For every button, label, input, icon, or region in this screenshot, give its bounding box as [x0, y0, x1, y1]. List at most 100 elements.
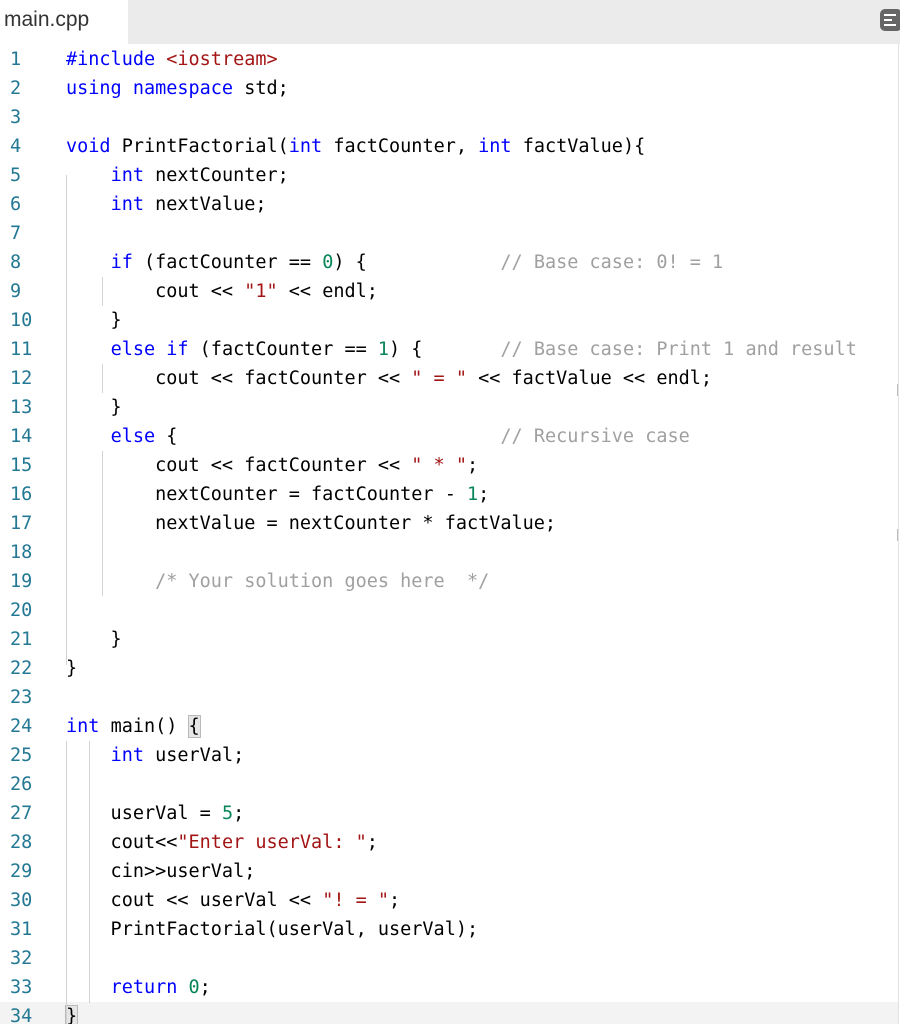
code-line[interactable]: 14 else { // Recursive case	[0, 422, 898, 451]
code-line[interactable]: 25 int userVal;	[0, 741, 898, 770]
code-token: ;	[233, 803, 245, 824]
code-line[interactable]: 16 nextCounter = factCounter - 1;	[0, 480, 898, 509]
line-code: using namespace std;	[66, 74, 289, 103]
code-token: " = "	[411, 368, 467, 389]
tab-main-cpp[interactable]: main.cpp	[0, 0, 128, 44]
code-line[interactable]: 8 if (factCounter == 0) { // Base case: …	[0, 248, 898, 277]
code-editor[interactable]: 34} 33 return 0; 32 31 PrintFactorial(userV…	[0, 44, 899, 1024]
code-line[interactable]: 3	[0, 103, 898, 132]
line-number: 6	[10, 194, 22, 215]
scrollbar-marker[interactable]	[897, 529, 898, 541]
indent-guide	[66, 741, 67, 1024]
code-token: 1	[466, 484, 479, 505]
code-token: cout << factCounter <<	[66, 368, 412, 389]
line-number: 25	[10, 745, 33, 766]
code-line[interactable]: 30 cout << userVal << "! = ";	[0, 886, 898, 915]
code-line[interactable]: 31 PrintFactorial(userVal, userVal);	[0, 915, 898, 944]
code-token: #include	[66, 49, 167, 70]
code-line[interactable]: 20	[0, 596, 898, 625]
line-number: 17	[10, 513, 33, 534]
code-token: 5	[221, 803, 234, 824]
code-line[interactable]: 17 nextValue = nextCounter * factValue;	[0, 509, 898, 538]
code-line[interactable]: 28 cout<<"Enter userVal: ";	[0, 828, 898, 857]
line-number: 31	[10, 919, 33, 940]
code-line[interactable]: 21 }	[0, 625, 898, 654]
indent-guide	[89, 741, 90, 1003]
line-number: 34	[10, 1006, 33, 1024]
code-line[interactable]: 18	[0, 538, 898, 567]
indent-guide	[102, 277, 103, 306]
code-token: << endl;	[277, 281, 378, 302]
code-line[interactable]: 11 else if (factCounter == 1) { // Base …	[0, 335, 898, 364]
code-line[interactable]: 27 userVal = 5;	[0, 799, 898, 828]
code-line[interactable]: 32	[0, 944, 898, 973]
code-line[interactable]: 26	[0, 770, 898, 799]
code-token: ) {	[333, 252, 501, 273]
line-code: else if (factCounter == 1) { // Base cas…	[66, 335, 857, 364]
line-code: #include <iostream>	[66, 45, 278, 74]
code-line[interactable]: 33 return 0;	[0, 973, 898, 1002]
code-line[interactable]: 13 }	[0, 393, 898, 422]
code-token: using namespace	[66, 78, 245, 99]
code-line[interactable]: 15 cout << factCounter << " * ";	[0, 451, 898, 480]
code-token: PrintFactorial(userVal, userVal);	[66, 919, 479, 940]
line-number: 1	[10, 49, 22, 70]
code-token: }	[66, 310, 122, 331]
line-number: 2	[10, 78, 22, 99]
scrollbar-marker[interactable]	[897, 384, 898, 396]
menu-icon[interactable]	[880, 9, 900, 31]
code-token: factCounter,	[333, 136, 479, 157]
code-token: {	[166, 426, 501, 447]
code-token: int	[478, 136, 523, 157]
code-token: int	[110, 194, 156, 215]
line-number: 9	[10, 281, 22, 302]
line-number: 4	[10, 136, 22, 157]
code-line[interactable]: 9 cout << "1" << endl;	[0, 277, 898, 306]
line-number: 29	[10, 861, 33, 882]
line-code: cout << "1" << endl;	[66, 277, 378, 306]
code-token: ) {	[389, 339, 501, 360]
code-line[interactable]: 10 }	[0, 306, 898, 335]
code-line[interactable]: 1 #include <iostream>	[0, 45, 898, 74]
line-code: int nextValue;	[66, 190, 267, 219]
code-line[interactable]: 23	[0, 683, 898, 712]
line-code: }	[64, 1002, 79, 1024]
code-token: {	[187, 715, 201, 738]
line-code: }	[66, 654, 77, 683]
code-token: 0	[322, 252, 334, 273]
line-number: 10	[10, 310, 33, 331]
line-number: 28	[10, 832, 33, 853]
line-number: 18	[10, 542, 33, 563]
code-token: "1"	[244, 281, 278, 302]
code-token: << factValue << endl;	[466, 368, 713, 389]
code-line[interactable]: 2 using namespace std;	[0, 74, 898, 103]
code-token: " * "	[411, 455, 467, 476]
code-token: // Base case: 0! = 1	[500, 252, 724, 273]
line-code: if (factCounter == 0) { // Base case: 0!…	[66, 248, 724, 277]
line-code: cout<<"Enter userVal: ";	[66, 828, 378, 857]
code-line[interactable]: 24 int main() {	[0, 712, 898, 741]
code-token: nextCounter = factCounter -	[66, 484, 467, 505]
code-line[interactable]: 22}	[0, 654, 898, 683]
code-token: cout<<	[66, 832, 178, 853]
code-token: ;	[199, 977, 211, 998]
code-line[interactable]: 5 int nextCounter;	[0, 161, 898, 190]
code-line[interactable]: 7	[0, 219, 898, 248]
code-line[interactable]: 19 /* Your solution goes here */	[0, 567, 898, 596]
code-token: cout << userVal <<	[66, 890, 323, 911]
code-line[interactable]: 4 void PrintFactorial(int factCounter, in…	[0, 132, 898, 161]
code-line[interactable]: 34}	[0, 1002, 898, 1024]
indent-guide	[66, 175, 67, 665]
indent-guide	[102, 451, 103, 596]
code-token: // Base case: Print 1 and result	[500, 339, 857, 360]
line-number: 21	[10, 629, 33, 650]
code-line[interactable]: 6 int nextValue;	[0, 190, 898, 219]
code-line[interactable]: 29 cin>>userVal;	[0, 857, 898, 886]
code-line[interactable]: 12 cout << factCounter << " = " << factV…	[0, 364, 898, 393]
line-number: 22	[10, 658, 33, 679]
code-token: /* Your solution goes here */	[155, 571, 490, 592]
